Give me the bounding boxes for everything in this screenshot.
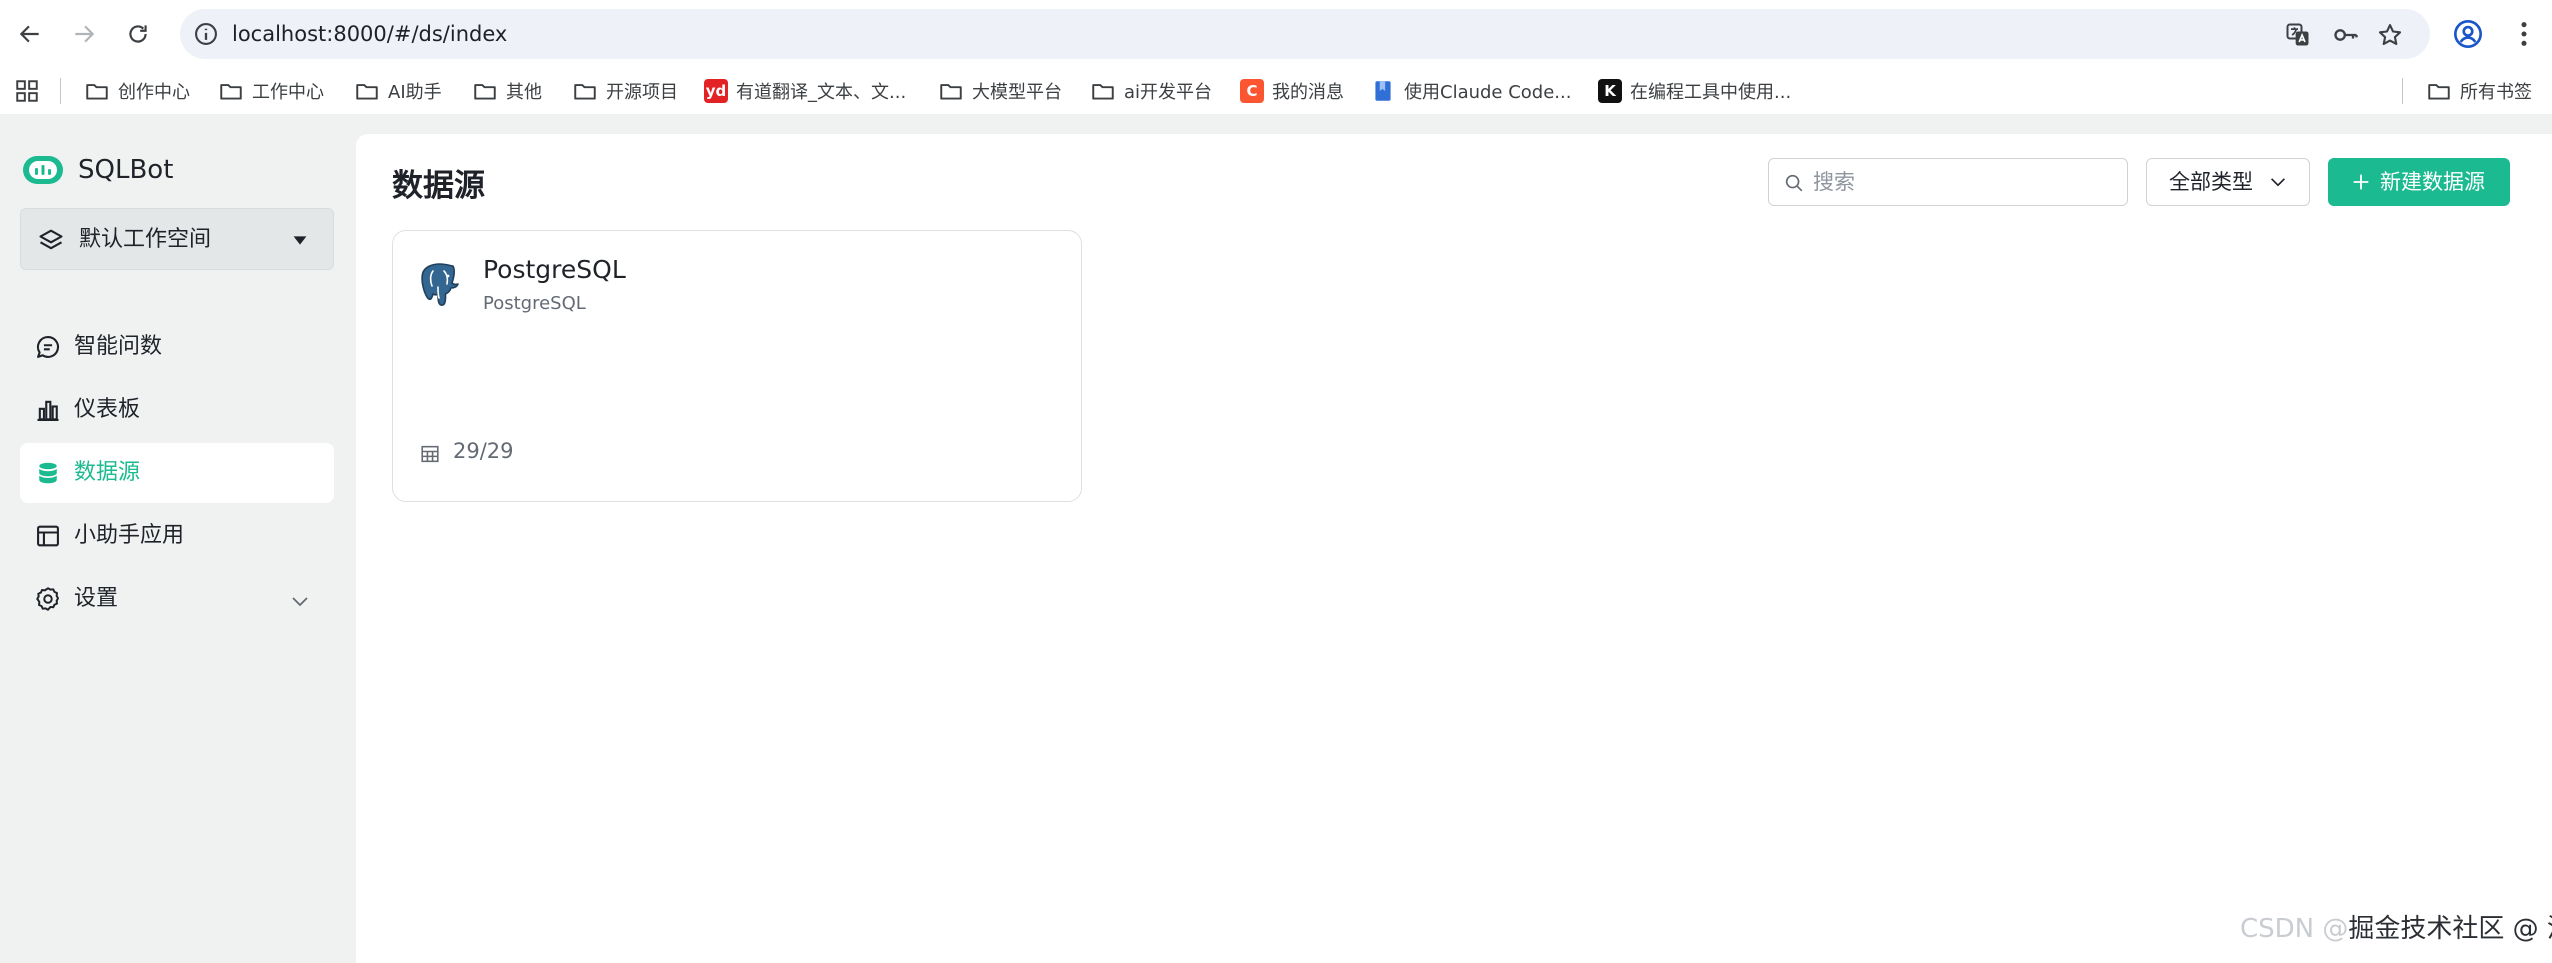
forward-button[interactable] bbox=[66, 16, 102, 52]
translate-button[interactable] bbox=[2284, 21, 2312, 49]
bookmark-star-button[interactable] bbox=[2376, 21, 2404, 49]
page-title: 数据源 bbox=[392, 168, 485, 204]
site-info-icon[interactable] bbox=[192, 20, 220, 48]
search-icon bbox=[1785, 174, 1803, 192]
back-button[interactable] bbox=[12, 16, 48, 52]
csdn-icon: C bbox=[1240, 79, 1264, 103]
folder-icon bbox=[220, 84, 242, 100]
search-input[interactable] bbox=[1813, 159, 2113, 205]
folder-icon bbox=[574, 84, 596, 100]
bookmark-kimi[interactable]: K 在编程工具中使用... bbox=[1598, 68, 1791, 114]
database-icon bbox=[39, 462, 57, 484]
new-datasource-button[interactable]: 新建数据源 bbox=[2328, 158, 2510, 206]
bookmark-doc-icon bbox=[1375, 81, 1391, 101]
app-window-icon bbox=[37, 525, 59, 547]
type-filter-value: 全部类型 bbox=[2169, 170, 2253, 194]
folder-icon bbox=[1092, 84, 1114, 100]
chat-icon bbox=[36, 336, 60, 358]
app-logo[interactable]: SQLBot bbox=[20, 150, 173, 190]
app-brand-name: SQLBot bbox=[78, 155, 174, 185]
folder-icon bbox=[2428, 84, 2450, 100]
datasource-card[interactable]: PostgreSQL PostgreSQL 29/29 bbox=[392, 230, 1082, 502]
forward-arrow-icon bbox=[75, 25, 95, 43]
browser-menu-button[interactable] bbox=[2508, 18, 2540, 50]
gear-icon bbox=[36, 587, 60, 611]
datasource-type: PostgreSQL bbox=[483, 293, 586, 314]
layers-icon bbox=[39, 229, 63, 250]
bookmark-youdao[interactable]: yd 有道翻译_文本、文... bbox=[704, 68, 906, 114]
all-bookmarks-button[interactable]: 所有书签 bbox=[2426, 68, 2532, 114]
datasource-table-count: 29/29 bbox=[453, 439, 514, 463]
menu-item-dashboard[interactable]: 仪表板 bbox=[20, 380, 334, 440]
folder-icon bbox=[86, 84, 108, 100]
plus-icon bbox=[2353, 174, 2369, 190]
bookmark-folder-ai-dev[interactable]: ai开发平台 bbox=[1090, 68, 1212, 114]
bookmark-folder-llm-platform[interactable]: 大模型平台 bbox=[938, 68, 1062, 114]
workspace-name: 默认工作空间 bbox=[79, 227, 212, 252]
type-filter-select[interactable]: 全部类型 bbox=[2146, 158, 2310, 206]
menu-item-smart-query[interactable]: 智能问数 bbox=[20, 317, 334, 377]
translate-icon bbox=[2286, 23, 2309, 46]
profile-button[interactable] bbox=[2452, 18, 2484, 50]
profile-icon bbox=[2454, 20, 2482, 48]
menu-item-datasource[interactable]: 数据源 bbox=[20, 443, 334, 503]
table-grid-icon bbox=[421, 445, 439, 463]
chevron-down-icon bbox=[292, 597, 308, 607]
workspace-selector[interactable]: 默认工作空间 bbox=[20, 208, 334, 270]
postgresql-elephant-icon bbox=[421, 263, 459, 306]
bookmarks-bar: 创作中心 工作中心 AI助手 其他 开源项目 yd 有道翻译_文本、文... 大… bbox=[0, 68, 2552, 114]
browser-toolbar: localhost:8000/#/ds/index bbox=[0, 0, 2552, 68]
bookmark-folder-other[interactable]: 其他 bbox=[472, 68, 542, 114]
bookmark-folder-creation[interactable]: 创作中心 bbox=[84, 68, 190, 114]
datasource-name: PostgreSQL bbox=[483, 255, 626, 284]
folder-icon bbox=[474, 84, 496, 100]
menu-item-assistant-apps[interactable]: 小助手应用 bbox=[20, 506, 334, 566]
reload-button[interactable] bbox=[120, 16, 156, 52]
address-bar[interactable]: localhost:8000/#/ds/index bbox=[180, 9, 2430, 59]
bookmark-csdn-messages[interactable]: C 我的消息 bbox=[1240, 68, 1344, 114]
kimi-icon: K bbox=[1598, 79, 1622, 103]
bookmark-folder-open-source[interactable]: 开源项目 bbox=[572, 68, 678, 114]
bookmark-folder-ai-assistant[interactable]: AI助手 bbox=[354, 68, 442, 114]
chevron-down-icon bbox=[2270, 178, 2286, 187]
back-arrow-icon bbox=[19, 25, 39, 43]
apps-grid-icon[interactable] bbox=[14, 78, 40, 104]
sqlbot-logo-icon bbox=[23, 156, 63, 184]
url-text[interactable]: localhost:8000/#/ds/index bbox=[232, 9, 507, 59]
main-content: 数据源 全部类型 新建数据源 PostgreSQL PostgreSQL 29/… bbox=[356, 134, 2552, 963]
caret-down-icon bbox=[293, 236, 307, 245]
passwords-button[interactable] bbox=[2332, 21, 2360, 49]
folder-icon bbox=[940, 84, 962, 100]
folder-icon bbox=[356, 84, 378, 100]
app-sidebar: SQLBot 默认工作空间 智能问数 仪表板 数据源 小助手应用 设置 bbox=[0, 114, 356, 963]
bar-chart-icon bbox=[37, 400, 59, 421]
search-box[interactable] bbox=[1768, 158, 2128, 206]
menu-item-settings[interactable]: 设置 bbox=[20, 569, 334, 629]
bookmarks-separator bbox=[60, 78, 61, 104]
bookmark-folder-work[interactable]: 工作中心 bbox=[218, 68, 324, 114]
reload-icon bbox=[129, 25, 147, 43]
youdao-icon: yd bbox=[704, 79, 728, 103]
star-icon bbox=[2378, 24, 2402, 46]
bookmarks-separator bbox=[2402, 78, 2403, 104]
watermark: CSDN @掘金技术社区 @ 洛阳泰山 bbox=[2240, 914, 2552, 944]
bookmark-claude-code[interactable]: 使用Claude Code... bbox=[1370, 68, 1571, 114]
more-vertical-icon bbox=[2521, 22, 2527, 46]
key-icon bbox=[2334, 29, 2358, 41]
